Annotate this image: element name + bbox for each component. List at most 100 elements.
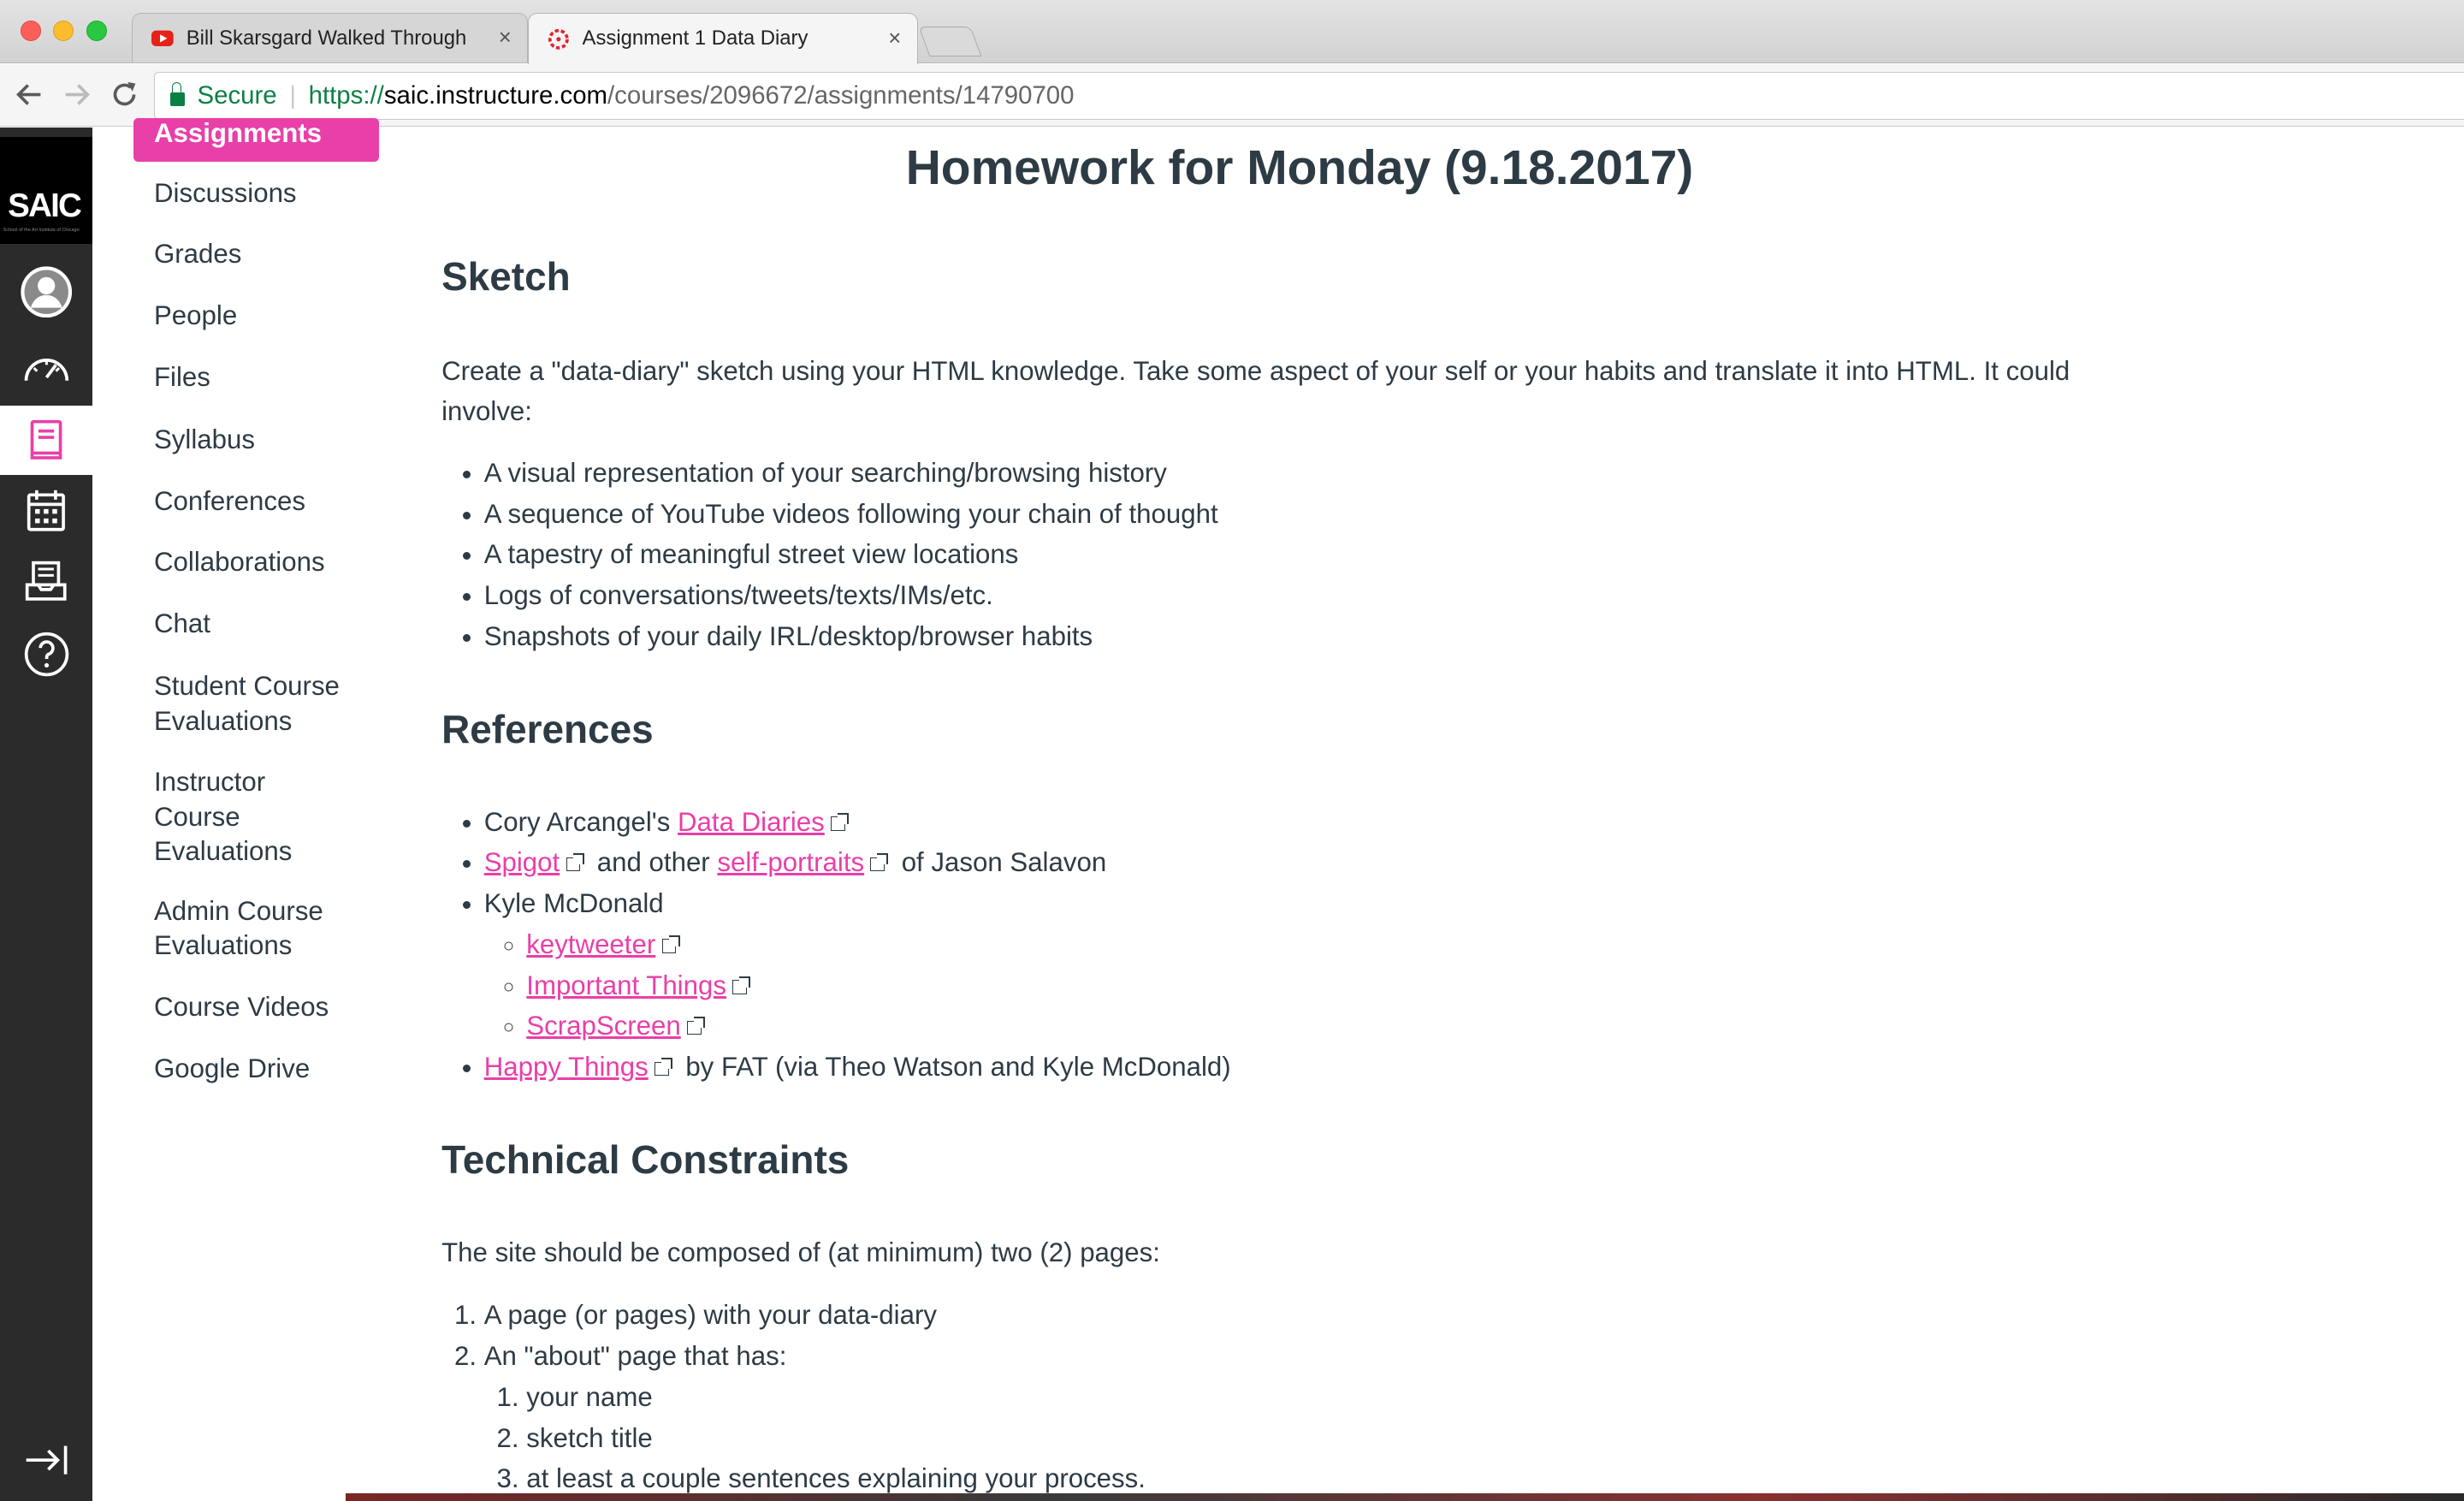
maximize-window-button[interactable]	[86, 20, 108, 41]
list-item-text: An "about" page that has:	[483, 1341, 787, 1372]
tab-title: Assignment 1 Data Diary	[582, 27, 808, 50]
close-window-button[interactable]	[20, 20, 41, 41]
list-item: your name	[526, 1377, 1146, 1418]
inbox-icon	[26, 561, 68, 601]
list-item: A tapestry of meaningful street view loc…	[484, 534, 1218, 575]
reload-icon[interactable]	[110, 80, 139, 109]
course-nav-collaborations[interactable]: Collaborations	[154, 545, 390, 579]
close-tab-icon[interactable]: ×	[888, 27, 901, 51]
sketch-list: A visual representation of your searchin…	[441, 453, 1218, 657]
page-title: Homework for Monday (9.18.2017)	[905, 140, 1694, 196]
list-item: Kyle McDonald keytweeter Important Thing…	[484, 883, 1231, 1047]
inbox-nav-item[interactable]	[0, 547, 92, 616]
back-icon[interactable]	[15, 80, 44, 109]
dashboard-nav-item[interactable]	[0, 333, 92, 402]
dashboard-icon	[24, 358, 68, 381]
section-heading-sketch: Sketch	[441, 253, 571, 299]
link-self-portraits[interactable]: self-portraits	[717, 847, 864, 877]
course-nav-discussions[interactable]: Discussions	[154, 176, 390, 211]
url-bar[interactable]: Secure | https://saic.instructure.com/co…	[153, 72, 2464, 120]
canvas-logo-icon	[548, 28, 569, 50]
logo-subtext: School of the Art Institute of Chicago	[3, 228, 80, 234]
external-link-icon	[831, 812, 850, 831]
url-path: /courses/2096672/assignments/14790700	[607, 81, 1075, 110]
list-item: Cory Arcangel's Data Diaries	[484, 802, 1231, 843]
browser-tab-youtube[interactable]: Bill Skarsgard Walked Through ×	[132, 12, 529, 63]
external-link-icon	[732, 976, 751, 994]
collapse-nav-icon	[26, 1445, 68, 1474]
course-nav-files[interactable]: Files	[154, 360, 390, 395]
calendar-icon	[27, 490, 66, 531]
account-nav-item[interactable]	[0, 258, 92, 327]
browser-tab-assignment[interactable]: Assignment 1 Data Diary ×	[528, 12, 918, 65]
window-edge	[346, 1492, 2464, 1501]
kyle-mcdonald-sublist: keytweeter Important Things ScrapScreen	[484, 924, 1231, 1047]
external-link-icon	[870, 853, 889, 872]
list-item: A page (or pages) with your data-diary	[484, 1295, 1146, 1336]
saic-logo[interactable]: SAIC School of the Art Institute of Chic…	[0, 136, 93, 244]
close-tab-icon[interactable]: ×	[499, 26, 512, 50]
about-page-sublist: your name sketch title at least a couple…	[484, 1377, 1146, 1499]
technical-list: A page (or pages) with your data-diary A…	[441, 1295, 1146, 1499]
minimize-window-button[interactable]	[53, 20, 74, 41]
list-item: Spigot and other self-portraits of Jason…	[484, 842, 1231, 883]
course-nav-grades[interactable]: Grades	[154, 237, 390, 271]
collapse-nav-button[interactable]	[0, 1426, 92, 1495]
courses-nav-item[interactable]	[0, 405, 93, 475]
secure-label: Secure	[197, 81, 277, 110]
external-link-icon	[654, 1058, 673, 1077]
course-nav-conferences[interactable]: Conferences	[154, 484, 390, 519]
divider: |	[289, 81, 296, 110]
list-item: ScrapScreen	[526, 1006, 1230, 1047]
course-nav-syllabus[interactable]: Syllabus	[154, 423, 390, 457]
list-item: Logs of conversations/tweets/texts/IMs/e…	[484, 575, 1218, 616]
link-data-diaries[interactable]: Data Diaries	[678, 807, 825, 837]
sketch-intro: Create a "data-diary" sketch using your …	[441, 355, 2070, 427]
course-nav-course-videos[interactable]: Course Videos	[154, 990, 390, 1024]
references-list: Cory Arcangel's Data Diaries Spigot and …	[441, 802, 1231, 1088]
calendar-nav-item[interactable]	[0, 477, 92, 546]
course-nav-assignments[interactable]: Assignments	[133, 117, 379, 163]
external-link-icon	[661, 934, 680, 953]
new-tab-button[interactable]	[918, 27, 982, 57]
url-scheme: https://	[308, 81, 384, 110]
tab-title: Bill Skarsgard Walked Through	[186, 26, 467, 50]
list-item: Snapshots of your daily IRL/desktop/brow…	[484, 616, 1218, 657]
youtube-icon	[151, 30, 175, 46]
forward-icon[interactable]	[62, 80, 91, 109]
list-item: A visual representation of your searchin…	[484, 453, 1218, 494]
link-happy-things[interactable]: Happy Things	[484, 1052, 649, 1082]
account-icon	[21, 266, 73, 318]
link-keytweeter[interactable]: keytweeter	[526, 929, 655, 959]
list-item: Important Things	[526, 965, 1230, 1006]
course-nav-people[interactable]: People	[154, 299, 390, 333]
courses-icon	[30, 419, 62, 460]
technical-intro: The site should be composed of (at minim…	[441, 1237, 1160, 1267]
help-nav-item[interactable]	[0, 620, 92, 689]
section-heading-technical: Technical Constraints	[441, 1136, 850, 1182]
course-nav-admin-evaluations[interactable]: Admin Course Evaluations	[154, 894, 358, 964]
course-nav-instructor-evaluations[interactable]: Instructor Course Evaluations	[154, 765, 311, 869]
help-icon	[24, 632, 68, 676]
link-scrapscreen[interactable]: ScrapScreen	[526, 1011, 680, 1041]
reference-text: Kyle McDonald	[483, 888, 664, 919]
reference-text: Cory Arcangel's	[483, 806, 678, 837]
logo-text: SAIC	[8, 187, 82, 224]
browser-tab-bar: Bill Skarsgard Walked Through × Assignme…	[0, 0, 2464, 65]
course-nav-chat[interactable]: Chat	[154, 607, 390, 641]
list-item: An "about" page that has: your name sket…	[484, 1336, 1146, 1499]
lock-icon	[170, 82, 185, 107]
external-link-icon	[687, 1017, 706, 1035]
global-navigation: SAIC School of the Art Institute of Chic…	[0, 127, 93, 1501]
list-item: A sequence of YouTube videos following y…	[484, 494, 1218, 535]
section-heading-references: References	[441, 706, 654, 751]
link-spigot[interactable]: Spigot	[484, 847, 560, 877]
course-nav-student-evaluations[interactable]: Student Course Evaluations	[154, 669, 374, 739]
course-nav-google-drive[interactable]: Google Drive	[154, 1052, 390, 1086]
reference-text: of Jason Salavon	[901, 847, 1107, 878]
reference-text: by FAT (via Theo Watson and Kyle McDonal…	[685, 1052, 1231, 1083]
list-item: Happy Things by FAT (via Theo Watson and…	[484, 1047, 1231, 1088]
link-important-things[interactable]: Important Things	[526, 970, 726, 1000]
course-navigation: Assignments Discussions Grades People Fi…	[92, 117, 407, 1501]
list-item: sketch title	[526, 1418, 1146, 1459]
